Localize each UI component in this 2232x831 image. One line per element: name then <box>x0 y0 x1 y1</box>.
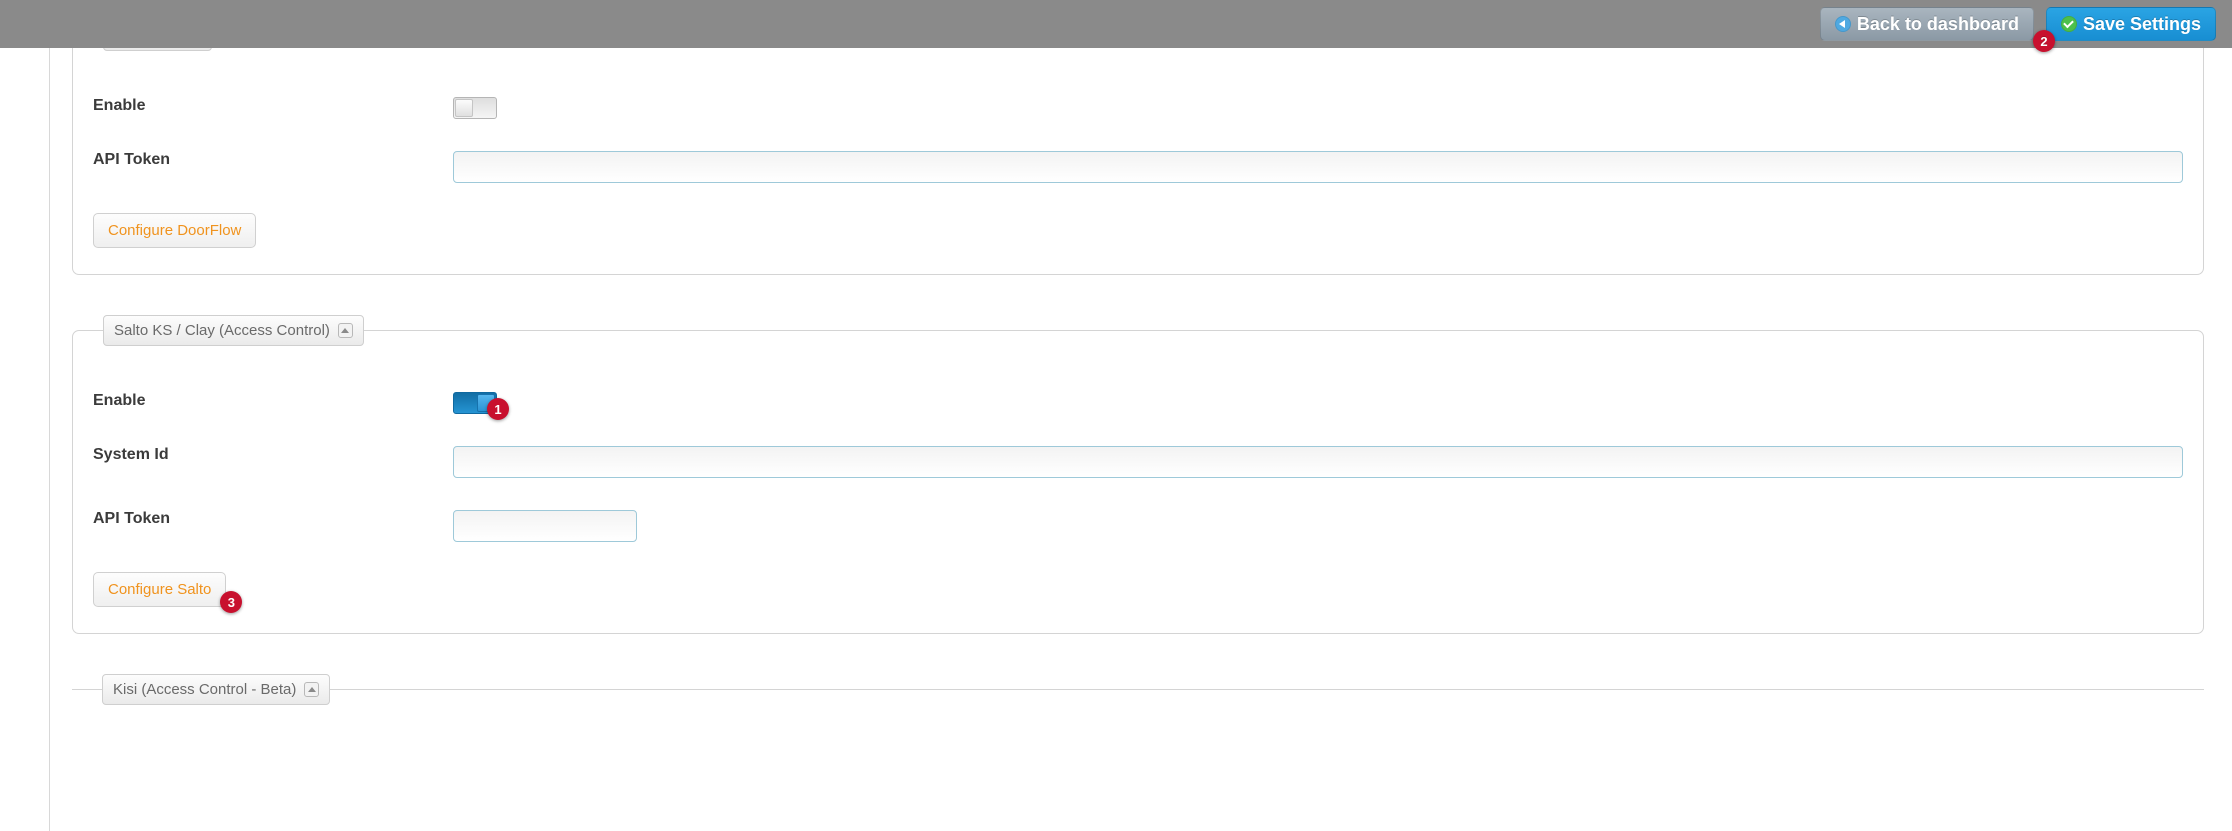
salto-legend[interactable]: Salto KS / Clay (Access Control) <box>103 315 364 346</box>
check-ok-icon <box>2061 16 2077 32</box>
chevron-up-icon <box>304 682 319 697</box>
salto-enable-label: Enable <box>93 392 453 410</box>
back-to-dashboard-label: Back to dashboard <box>1857 14 2019 35</box>
salto-legend-label: Salto KS / Clay (Access Control) <box>114 322 330 339</box>
doorflow-enable-toggle[interactable] <box>453 97 497 119</box>
doorflow-api-token-input[interactable] <box>453 151 2183 183</box>
save-settings-button[interactable]: Save Settings 2 <box>2046 7 2216 41</box>
toggle-knob <box>455 99 473 117</box>
settings-page: DoorFlow Enable API Token Configure Door… <box>0 20 2232 743</box>
kisi-section: Kisi (Access Control - Beta) <box>72 674 2204 713</box>
salto-system-id-input[interactable] <box>453 446 2183 478</box>
salto-section: Salto KS / Clay (Access Control) Enable … <box>72 315 2204 634</box>
doorflow-api-token-row: API Token <box>93 135 2183 199</box>
annotation-badge-3: 3 <box>220 591 242 613</box>
salto-api-token-input[interactable] <box>453 510 637 542</box>
top-action-bar: Back to dashboard Save Settings 2 <box>0 0 2232 48</box>
doorflow-section: DoorFlow Enable API Token Configure Door… <box>72 20 2204 275</box>
save-settings-label: Save Settings <box>2083 14 2201 35</box>
kisi-legend[interactable]: Kisi (Access Control - Beta) <box>102 674 330 705</box>
salto-api-token-label: API Token <box>93 510 453 528</box>
configure-salto-button[interactable]: Configure Salto <box>93 572 226 607</box>
salto-api-token-row: API Token <box>93 494 2183 558</box>
salto-system-id-label: System Id <box>93 446 453 464</box>
salto-system-id-row: System Id <box>93 430 2183 494</box>
kisi-legend-label: Kisi (Access Control - Beta) <box>113 681 296 698</box>
doorflow-enable-label: Enable <box>93 97 453 115</box>
annotation-badge-2: 2 <box>2033 30 2055 52</box>
annotation-badge-1: 1 <box>487 398 509 420</box>
chevron-up-icon <box>338 323 353 338</box>
left-gutter-line <box>49 0 50 831</box>
doorflow-api-token-label: API Token <box>93 151 453 169</box>
back-to-dashboard-button[interactable]: Back to dashboard <box>1820 7 2034 41</box>
back-arrow-icon <box>1835 16 1851 32</box>
configure-doorflow-button[interactable]: Configure DoorFlow <box>93 213 256 248</box>
doorflow-enable-row: Enable <box>93 81 2183 135</box>
salto-enable-row: Enable 1 <box>93 376 2183 430</box>
